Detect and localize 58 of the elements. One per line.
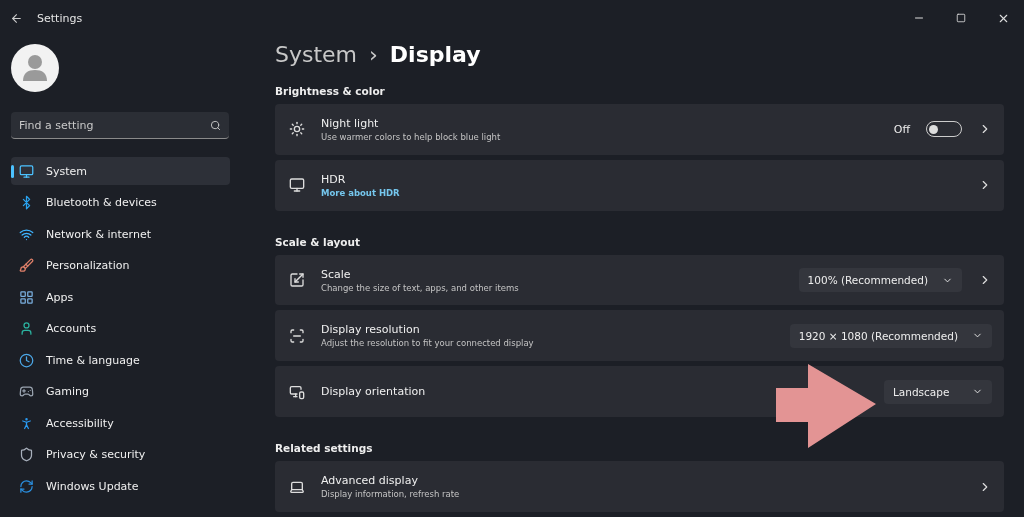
- page-title: Display: [389, 42, 481, 68]
- sidebar-item[interactable]: Accessibility: [11, 409, 230, 437]
- section-heading: Brightness & color: [275, 84, 386, 97]
- back-icon[interactable]: [10, 11, 23, 25]
- row-title: Display resolution: [321, 323, 421, 337]
- dropdown[interactable]: 1920 × 1080 (Recommended): [789, 323, 992, 348]
- section-heading: Scale & layout: [275, 235, 361, 248]
- sidebar-item[interactable]: Network & internet: [11, 220, 230, 248]
- wifi-icon: [19, 226, 34, 242]
- scale-icon: [289, 272, 305, 288]
- sync-icon: [19, 478, 34, 494]
- row-title: HDR: [321, 172, 347, 186]
- gamepad-icon: [19, 384, 34, 399]
- row-description: Change the size of text, apps, and other items: [321, 282, 520, 293]
- row-title: Advanced display: [321, 474, 419, 488]
- maximize-icon[interactable]: [956, 13, 966, 23]
- brightness-icon: [289, 121, 305, 138]
- avatar: [11, 44, 59, 92]
- sidebar-item[interactable]: System: [11, 157, 230, 185]
- breadcrumb-separator: ›: [369, 42, 378, 68]
- toggle-state-label: Off: [893, 122, 910, 136]
- sidebar-item[interactable]: Time & language: [11, 346, 230, 374]
- dropdown[interactable]: 100% (Recommended): [798, 268, 962, 292]
- settings-row[interactable]: Scale Change the size of text, apps, and other items 100% (Recommended): [275, 254, 1004, 306]
- search-icon: [210, 120, 221, 131]
- section-heading: Related settings: [275, 442, 374, 455]
- brush-icon: [19, 258, 34, 273]
- sidebar-item[interactable]: Privacy & security: [11, 440, 230, 469]
- rotate-screen-icon: [289, 383, 305, 400]
- help-link[interactable]: More about HDR: [321, 187, 962, 198]
- settings-row[interactable]: Night light Use warmer colors to help block blue light Off: [275, 103, 1004, 155]
- sidebar-item[interactable]: Bluetooth & devices: [11, 188, 230, 217]
- row-title: Display orientation: [321, 385, 427, 399]
- dropdown[interactable]: Landscape: [884, 379, 992, 404]
- row-description: Adjust the resolution to fit your connected display: [321, 338, 535, 349]
- settings-row[interactable]: HDR More about HDR: [275, 159, 1004, 211]
- row-title: Scale: [321, 267, 352, 281]
- sidebar-item[interactable]: Gaming: [11, 377, 230, 406]
- sidebar-item[interactable]: Windows Update: [11, 472, 230, 500]
- window-title: Settings: [37, 11, 83, 25]
- row-description: Display information, refresh rate: [321, 489, 461, 500]
- search-field[interactable]: Find a setting: [11, 112, 229, 139]
- settings-row[interactable]: Display resolution Adjust the resolution to fit your connected display 1920 × 1080 (Recommended): [275, 310, 1004, 362]
- shield-icon: [19, 447, 34, 462]
- monitor-icon: [19, 163, 34, 179]
- row-description: Use warmer colors to help block blue light: [321, 131, 502, 142]
- sidebar-item[interactable]: Apps: [11, 283, 230, 311]
- sidebar-item[interactable]: Personalization: [11, 251, 230, 280]
- breadcrumb-parent[interactable]: System: [275, 42, 358, 68]
- settings-row[interactable]: Display orientation Landscape: [275, 366, 1004, 418]
- apps-icon: [19, 289, 34, 305]
- accessibility-icon: [19, 415, 34, 431]
- settings-row[interactable]: Advanced display Display information, refresh rate: [275, 461, 1004, 513]
- sidebar-item[interactable]: Accounts: [11, 314, 230, 343]
- person-icon: [19, 321, 34, 336]
- clock-icon: [19, 352, 34, 368]
- resolution-icon: [289, 327, 305, 344]
- row-title: Night light: [321, 116, 380, 130]
